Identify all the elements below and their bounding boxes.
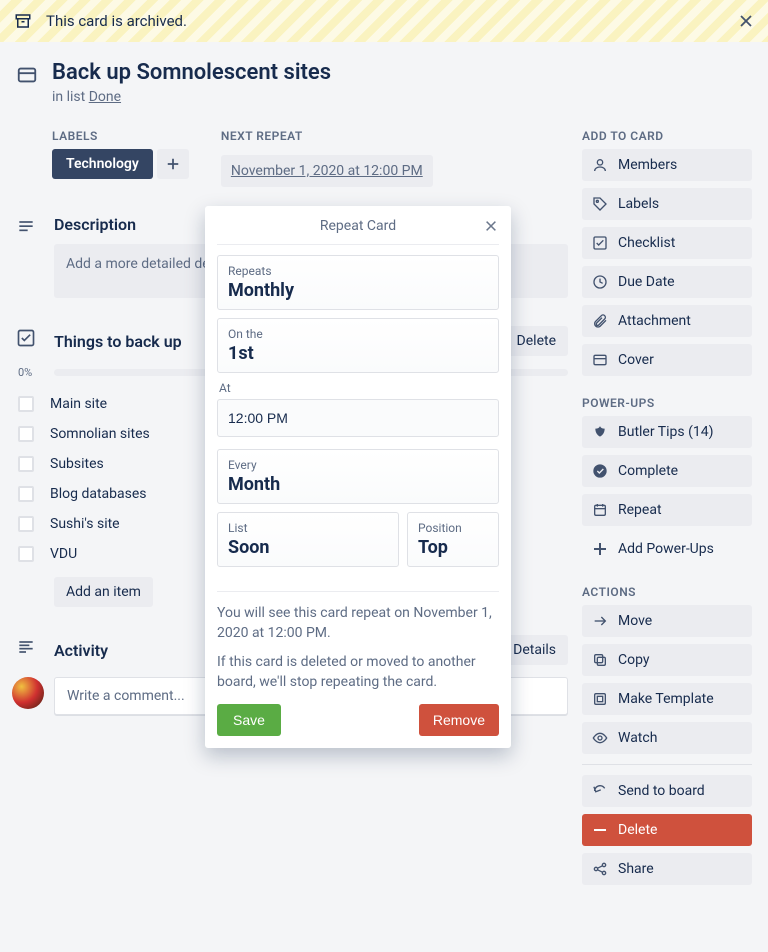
- checklist-delete-button[interactable]: Delete: [505, 326, 568, 356]
- checklist-icon: [16, 326, 40, 348]
- position-select[interactable]: Position Top: [407, 512, 499, 567]
- checkbox[interactable]: [18, 396, 34, 412]
- popover-remove-button[interactable]: Remove: [419, 704, 499, 736]
- sidebar-due-date-button[interactable]: Due Date: [582, 266, 752, 298]
- description-icon: [16, 215, 40, 237]
- repeats-select[interactable]: Repeats Monthly: [217, 255, 499, 310]
- every-select[interactable]: Every Month: [217, 449, 499, 504]
- close-banner-icon[interactable]: [738, 13, 754, 29]
- sidebar-attachment-button[interactable]: Attachment: [582, 305, 752, 337]
- popover-info-1: You will see this card repeat on Novembe…: [217, 604, 499, 643]
- sidebar-send-to-board-button[interactable]: Send to board: [582, 775, 752, 807]
- refresh-icon: [592, 783, 608, 799]
- repeat-card-popover: Repeat Card Repeats Monthly On the 1st A…: [205, 206, 511, 748]
- sidebar-share-button[interactable]: Share: [582, 853, 752, 885]
- sidebar-checklist-button[interactable]: Checklist: [582, 227, 752, 259]
- list-link[interactable]: Done: [89, 89, 121, 105]
- add-label-button[interactable]: [157, 149, 189, 179]
- sidebar-labels-button[interactable]: Labels: [582, 188, 752, 220]
- checkbox[interactable]: [18, 426, 34, 442]
- in-list: in list Done: [52, 89, 121, 105]
- butler-icon: [592, 424, 608, 440]
- avatar[interactable]: [12, 677, 44, 709]
- copy-icon: [592, 652, 608, 668]
- sidebar-copy-button[interactable]: Copy: [582, 644, 752, 676]
- actions-heading: ACTIONS: [582, 585, 752, 599]
- power-ups-heading: POWER-UPS: [582, 396, 752, 410]
- card-icon: [16, 60, 38, 86]
- sidebar-butler-tips-button[interactable]: Butler Tips (14): [582, 416, 752, 448]
- clock-icon: [592, 274, 608, 290]
- sidebar-complete-button[interactable]: Complete: [582, 455, 752, 487]
- label-chip-technology[interactable]: Technology: [52, 149, 153, 179]
- labels-icon: [592, 196, 608, 212]
- sidebar-make-template-button[interactable]: Make Template: [582, 683, 752, 715]
- checklist-progress-pct: 0%: [18, 366, 46, 379]
- next-repeat-heading: NEXT REPEAT: [221, 129, 433, 143]
- labels-heading: LABELS: [52, 129, 189, 143]
- archived-banner: This card is archived.: [0, 0, 768, 42]
- cover-icon: [592, 352, 608, 368]
- sidebar-watch-button[interactable]: Watch: [582, 722, 752, 754]
- popover-info-2: If this card is deleted or moved to anot…: [217, 653, 499, 692]
- repeat-icon: [592, 502, 608, 518]
- plus-icon: [592, 541, 608, 557]
- activity-icon: [16, 635, 40, 657]
- at-label: At: [219, 381, 499, 395]
- sidebar-move-button[interactable]: Move: [582, 605, 752, 637]
- divider: [217, 591, 499, 592]
- activity-details-button[interactable]: Details: [501, 635, 568, 665]
- next-repeat-link[interactable]: November 1, 2020 at 12:00 PM: [221, 155, 433, 187]
- minus-icon: [592, 822, 608, 838]
- list-select[interactable]: List Soon: [217, 512, 399, 567]
- sidebar-cover-button[interactable]: Cover: [582, 344, 752, 376]
- card-title[interactable]: Back up Somnolescent sites: [52, 60, 752, 85]
- checkbox[interactable]: [18, 486, 34, 502]
- add-to-card-heading: ADD TO CARD: [582, 129, 752, 143]
- members-icon: [592, 157, 608, 173]
- on-the-select[interactable]: On the 1st: [217, 318, 499, 373]
- checkbox[interactable]: [18, 546, 34, 562]
- archive-icon: [14, 12, 32, 30]
- complete-icon: [592, 463, 608, 479]
- share-icon: [592, 861, 608, 877]
- checklist-heading[interactable]: Things to back up: [54, 332, 182, 351]
- popover-close-button[interactable]: [481, 216, 501, 236]
- sidebar-repeat-button[interactable]: Repeat: [582, 494, 752, 526]
- checklist-icon: [592, 235, 608, 251]
- archived-message: This card is archived.: [46, 12, 187, 30]
- sidebar-add-power-ups-button[interactable]: Add Power-Ups: [582, 533, 752, 565]
- checkbox[interactable]: [18, 516, 34, 532]
- activity-heading: Activity: [54, 641, 108, 660]
- move-icon: [592, 613, 608, 629]
- popover-title: Repeat Card: [320, 218, 396, 234]
- checkbox[interactable]: [18, 456, 34, 472]
- attachment-icon: [592, 313, 608, 329]
- sidebar-members-button[interactable]: Members: [582, 149, 752, 181]
- template-icon: [592, 691, 608, 707]
- popover-save-button[interactable]: Save: [217, 704, 281, 736]
- watch-icon: [592, 730, 608, 746]
- at-time-input[interactable]: [217, 399, 499, 437]
- sidebar-delete-button[interactable]: Delete: [582, 814, 752, 846]
- add-checklist-item-button[interactable]: Add an item: [54, 577, 153, 607]
- divider: [582, 764, 752, 765]
